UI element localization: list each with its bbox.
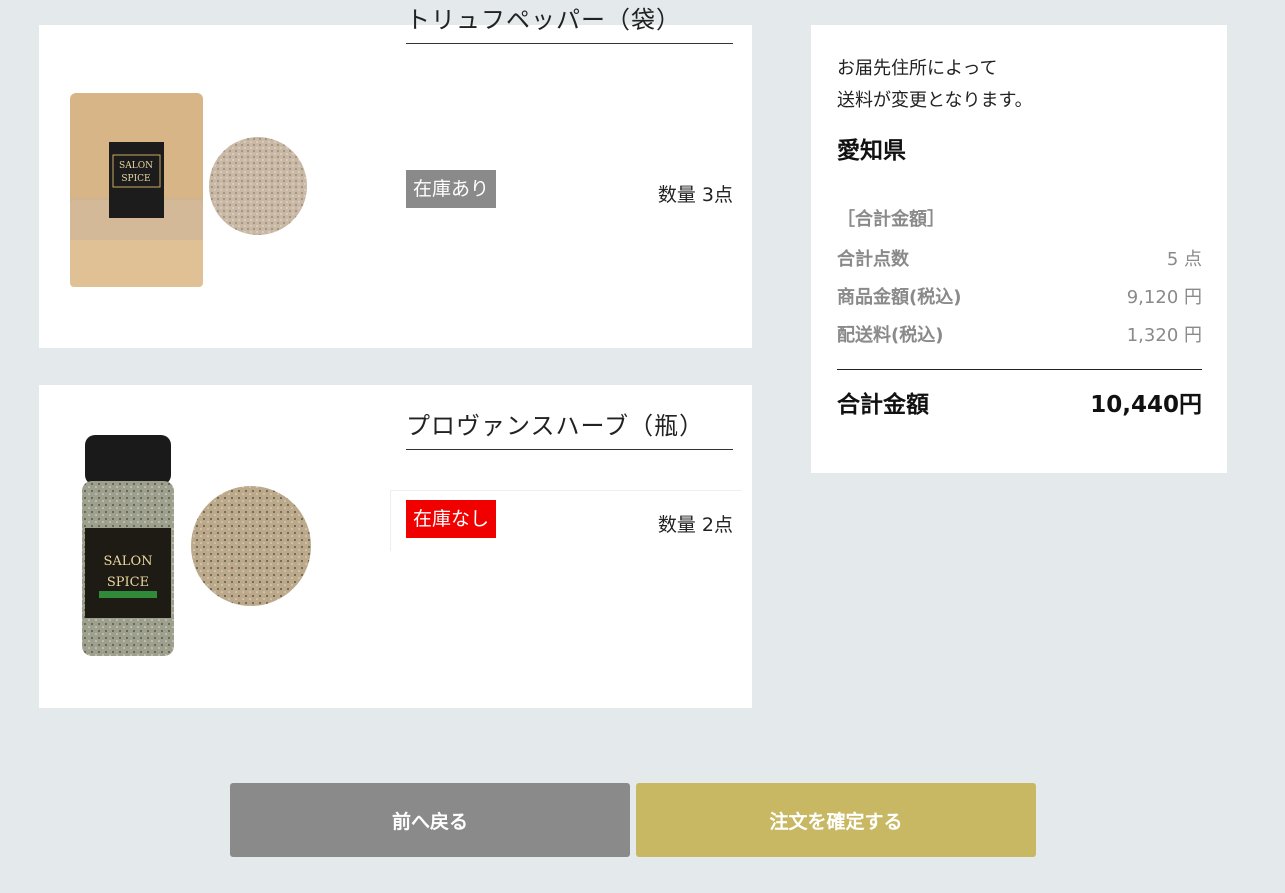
summary-row-value: 9,120 円 [1126,287,1202,308]
summary-row-label: 合計点数 [837,249,909,270]
summary-row-subtotal: 商品金額(税込) 9,120 円 [837,283,1202,309]
cart-item-card: SALON SPICE [39,25,752,348]
summary-row-label: 商品金額(税込) [837,287,962,308]
bottle-brand-top: SALON [104,554,153,569]
stock-badge: 在庫なし [406,500,497,538]
shipping-notice-line: お届先住所によって [837,58,998,79]
summary-row-shipping: 配送料(税込) 1,320 円 [837,321,1202,347]
total-section-title: ［合計金額］ [837,209,945,230]
grand-total: 合計金額 10,440円 [837,385,1202,419]
shipping-notice: お届先住所によって 送料が変更となります。 [837,53,1033,117]
stock-badge: 在庫あり [406,170,497,208]
item-quantity: 数量 3点 [657,184,733,206]
shipping-notice-line: 送料が変更となります。 [837,90,1033,111]
item-title: トリュフペッパー（袋） [406,0,733,44]
confirm-order-button[interactable]: 注文を確定する [636,783,1036,857]
item-quantity: 数量 2点 [657,514,733,536]
summary-divider [837,369,1202,370]
summary-row-value: 5 点 [1166,249,1202,270]
summary-row-value: 1,320 円 [1126,325,1202,346]
summary-row-label: 配送料(税込) [837,325,944,346]
bottle-brand-bottom: SPICE [107,575,149,590]
bag-brand-bottom: SPICE [121,174,150,184]
provence-herb-bottle-image: SALON SPICE [82,435,311,656]
order-summary-panel: お届先住所によって 送料が変更となります。 愛知県 ［合計金額］ 合計点数 5 … [811,25,1227,473]
grand-total-label: 合計金額 [837,392,929,418]
back-button[interactable]: 前へ戻る [230,783,630,857]
bag-brand-top: SALON [119,161,153,171]
grand-total-value: 10,440円 [1090,392,1202,418]
summary-row-item-count: 合計点数 5 点 [837,245,1202,271]
item-title: プロヴァンスハーブ（瓶） [406,406,733,450]
truffle-pepper-bag-image: SALON SPICE [70,93,307,287]
delivery-prefecture: 愛知県 [837,138,906,164]
